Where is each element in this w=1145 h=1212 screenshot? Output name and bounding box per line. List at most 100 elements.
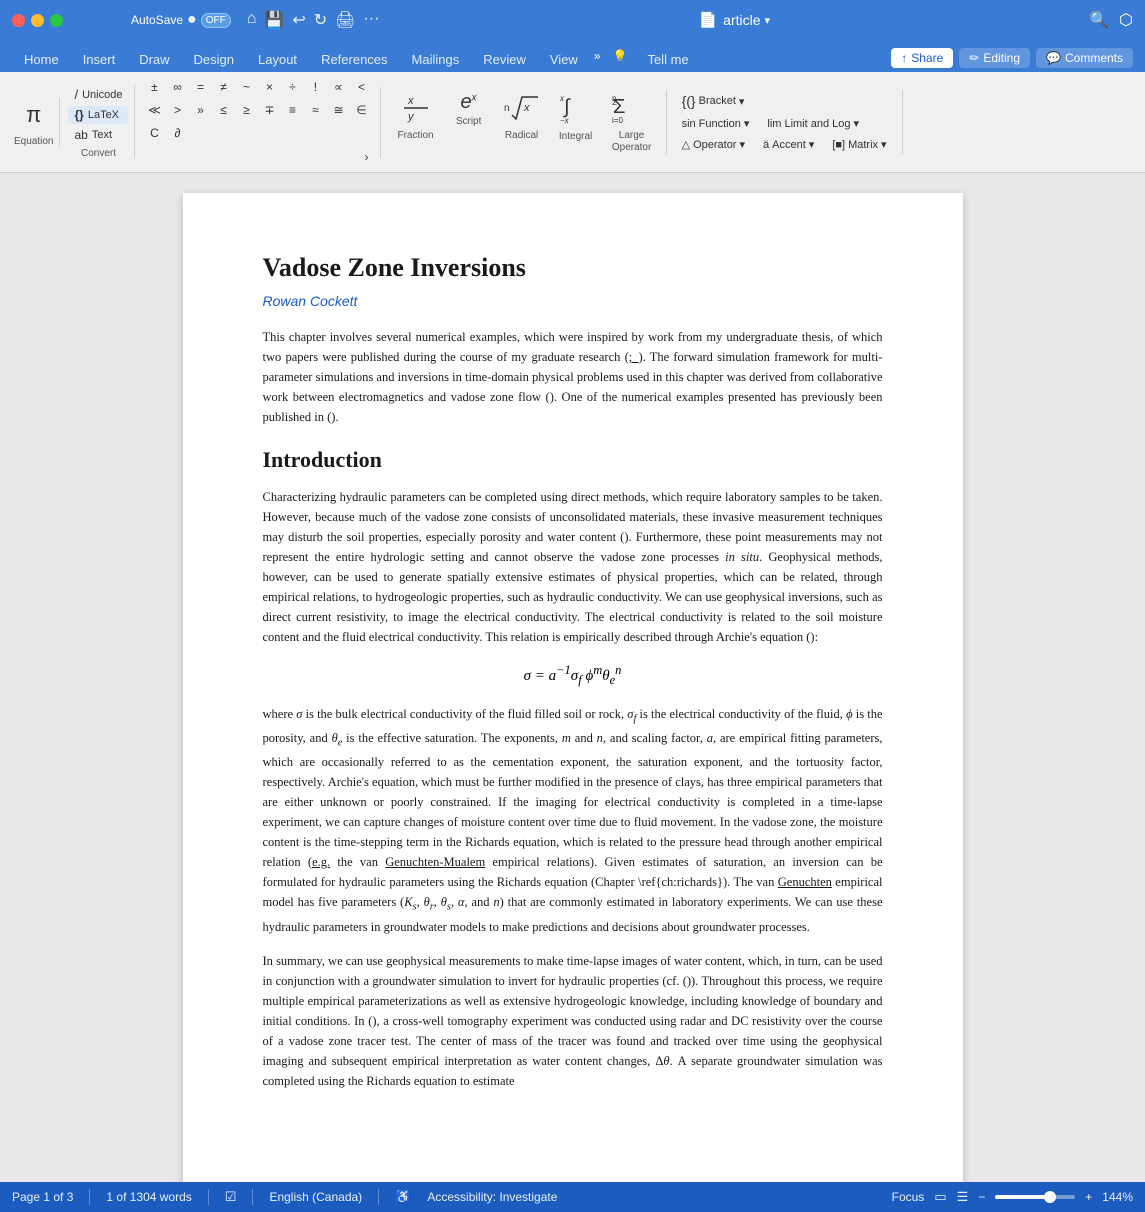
zoom-plus[interactable]: +: [1085, 1190, 1092, 1204]
tab-layout[interactable]: Layout: [246, 47, 309, 72]
sym-pm[interactable]: ±: [143, 76, 165, 98]
sym-partial[interactable]: ∂: [166, 122, 188, 144]
text-btn[interactable]: ab Text: [68, 126, 128, 144]
sym-lt[interactable]: <: [350, 76, 372, 98]
slash-icon: /: [74, 87, 78, 102]
sym-approx[interactable]: ≈: [304, 99, 326, 121]
outline-view-icon[interactable]: ☰: [957, 1189, 969, 1205]
autosave-toggle[interactable]: OFF: [201, 13, 231, 28]
track-icon[interactable]: ☑: [225, 1189, 237, 1205]
minimize-button[interactable]: [31, 14, 44, 27]
focus-btn[interactable]: Focus: [892, 1190, 925, 1204]
ref-link-1[interactable]: ;_: [629, 350, 639, 364]
archie-equation: σ = a−1σf ϕmθen: [263, 663, 883, 688]
integral-btn[interactable]: x ∫ −x Integral: [550, 87, 602, 146]
sym-excl[interactable]: !: [304, 76, 326, 98]
titlebar: AutoSave ● OFF ⌂ 💾 ↩ ↻ 🖨 ··· 📄 article ▾…: [0, 0, 1145, 40]
zoom-track[interactable]: [995, 1195, 1075, 1199]
svg-text:n: n: [504, 103, 510, 114]
equation-button[interactable]: π: [20, 98, 47, 132]
accessibility-text[interactable]: Accessibility: Investigate: [427, 1190, 557, 1204]
search-icon[interactable]: 🔍: [1089, 10, 1109, 30]
sym-ge[interactable]: ≥: [235, 99, 257, 121]
limit-log-btn[interactable]: lim Limit and Log ▾: [760, 114, 866, 133]
sep-4: [378, 1189, 379, 1205]
undo-icon[interactable]: ↩: [292, 10, 305, 30]
sym-inf[interactable]: ∞: [166, 76, 188, 98]
sym-le[interactable]: ≤: [212, 99, 234, 121]
operator-btn[interactable]: △ Operator ▾: [675, 135, 752, 154]
document-area: Vadose Zone Inversions Rowan Cockett Thi…: [0, 173, 1145, 1182]
editing-button[interactable]: ✏ Editing: [959, 48, 1030, 68]
script-btn[interactable]: ex Script: [444, 87, 494, 131]
function-btn[interactable]: sin Function ▾: [675, 114, 757, 133]
bracket-btn[interactable]: {(} Bracket ▾: [675, 90, 894, 112]
home-icon[interactable]: ⌂: [247, 10, 257, 30]
tab-review[interactable]: Review: [471, 47, 538, 72]
zoom-thumb[interactable]: [1044, 1191, 1056, 1203]
sym-eq[interactable]: =: [189, 76, 211, 98]
svg-text:Σ: Σ: [613, 96, 625, 118]
eg-link[interactable]: e.g.: [312, 855, 330, 869]
sym-ll[interactable]: ≪: [143, 99, 165, 121]
sym-neq[interactable]: ≠: [212, 76, 234, 98]
more-icon[interactable]: ···: [363, 10, 379, 30]
more-tabs-icon[interactable]: »: [590, 49, 605, 63]
unicode-btn[interactable]: / Unicode: [68, 85, 128, 104]
matrix-icon: [■]: [832, 139, 845, 151]
doc-title-text: article: [723, 12, 760, 28]
chevron-down-icon[interactable]: ▾: [765, 14, 771, 27]
matrix-btn[interactable]: [■] Matrix ▾: [825, 135, 893, 154]
tab-mailings[interactable]: Mailings: [400, 47, 472, 72]
titlebar-center: 📄 article ▾: [387, 11, 1081, 29]
tab-view[interactable]: View: [538, 47, 590, 72]
print-icon[interactable]: 🖨: [335, 10, 355, 30]
radical-btn[interactable]: n x Radical: [496, 87, 548, 145]
editing-label: Editing: [983, 51, 1020, 65]
svg-text:x: x: [407, 95, 414, 107]
sym-gg[interactable]: »: [189, 99, 211, 121]
large-operator-btn[interactable]: n Σ Σ i=0 LargeOperator: [604, 87, 660, 158]
sym-gt[interactable]: >: [166, 99, 188, 121]
sym-tilde[interactable]: ~: [235, 76, 257, 98]
zoom-minus[interactable]: −: [978, 1190, 985, 1204]
redo-icon[interactable]: ↻: [314, 10, 327, 30]
sym-equiv[interactable]: ≡: [281, 99, 303, 121]
symbols-section: ± ∞ = ≠ ~ × ÷ ! ∝ < ≪ > » ≤ ≥ ∓ ≡ ≈ ≅ ∈ …: [137, 76, 378, 168]
svg-text:y: y: [407, 111, 415, 123]
fraction-btn[interactable]: x y Fraction: [389, 87, 441, 145]
sym-div[interactable]: ÷: [281, 76, 303, 98]
script-icon: ex: [461, 91, 477, 114]
tab-draw[interactable]: Draw: [127, 47, 181, 72]
maximize-button[interactable]: [50, 14, 63, 27]
svg-text:−x: −x: [560, 116, 570, 123]
more-symbols-btn[interactable]: ›: [360, 146, 372, 168]
close-button[interactable]: [12, 14, 25, 27]
fraction-icon: x y: [400, 91, 432, 128]
tab-home[interactable]: Home: [12, 47, 71, 72]
latex-btn[interactable]: {} LaTeX: [68, 106, 128, 124]
page-view-icon[interactable]: ▭: [934, 1189, 946, 1205]
share-profile-icon[interactable]: ⬡: [1119, 10, 1133, 30]
comments-button[interactable]: 💬 Comments: [1036, 48, 1133, 68]
genuchten-mualem-link[interactable]: Genuchten-Mualem: [385, 855, 485, 869]
genuchten-link[interactable]: Genuchten: [778, 875, 832, 889]
tab-references[interactable]: References: [309, 47, 399, 72]
sym-prop[interactable]: ∝: [327, 76, 349, 98]
share-button[interactable]: ↑ Share: [891, 48, 953, 68]
sym-C[interactable]: C: [143, 122, 165, 144]
save-icon[interactable]: 💾: [264, 10, 284, 30]
svg-text:x: x: [523, 102, 530, 114]
sym-in[interactable]: ∈: [350, 99, 372, 121]
sym-mp[interactable]: ∓: [258, 99, 280, 121]
sym-cong[interactable]: ≅: [327, 99, 349, 121]
tab-design[interactable]: Design: [182, 47, 246, 72]
autosave-area: AutoSave ● OFF: [131, 11, 231, 29]
zoom-level: 144%: [1102, 1190, 1133, 1204]
accent-btn[interactable]: ä Accent ▾: [756, 135, 821, 154]
tell-me-btn[interactable]: Tell me: [635, 47, 700, 72]
zoom-fill: [995, 1195, 1049, 1199]
insert-row: x y Fraction ex Script n x Radical: [380, 87, 663, 158]
sym-times[interactable]: ×: [258, 76, 280, 98]
tab-insert[interactable]: Insert: [71, 47, 128, 72]
